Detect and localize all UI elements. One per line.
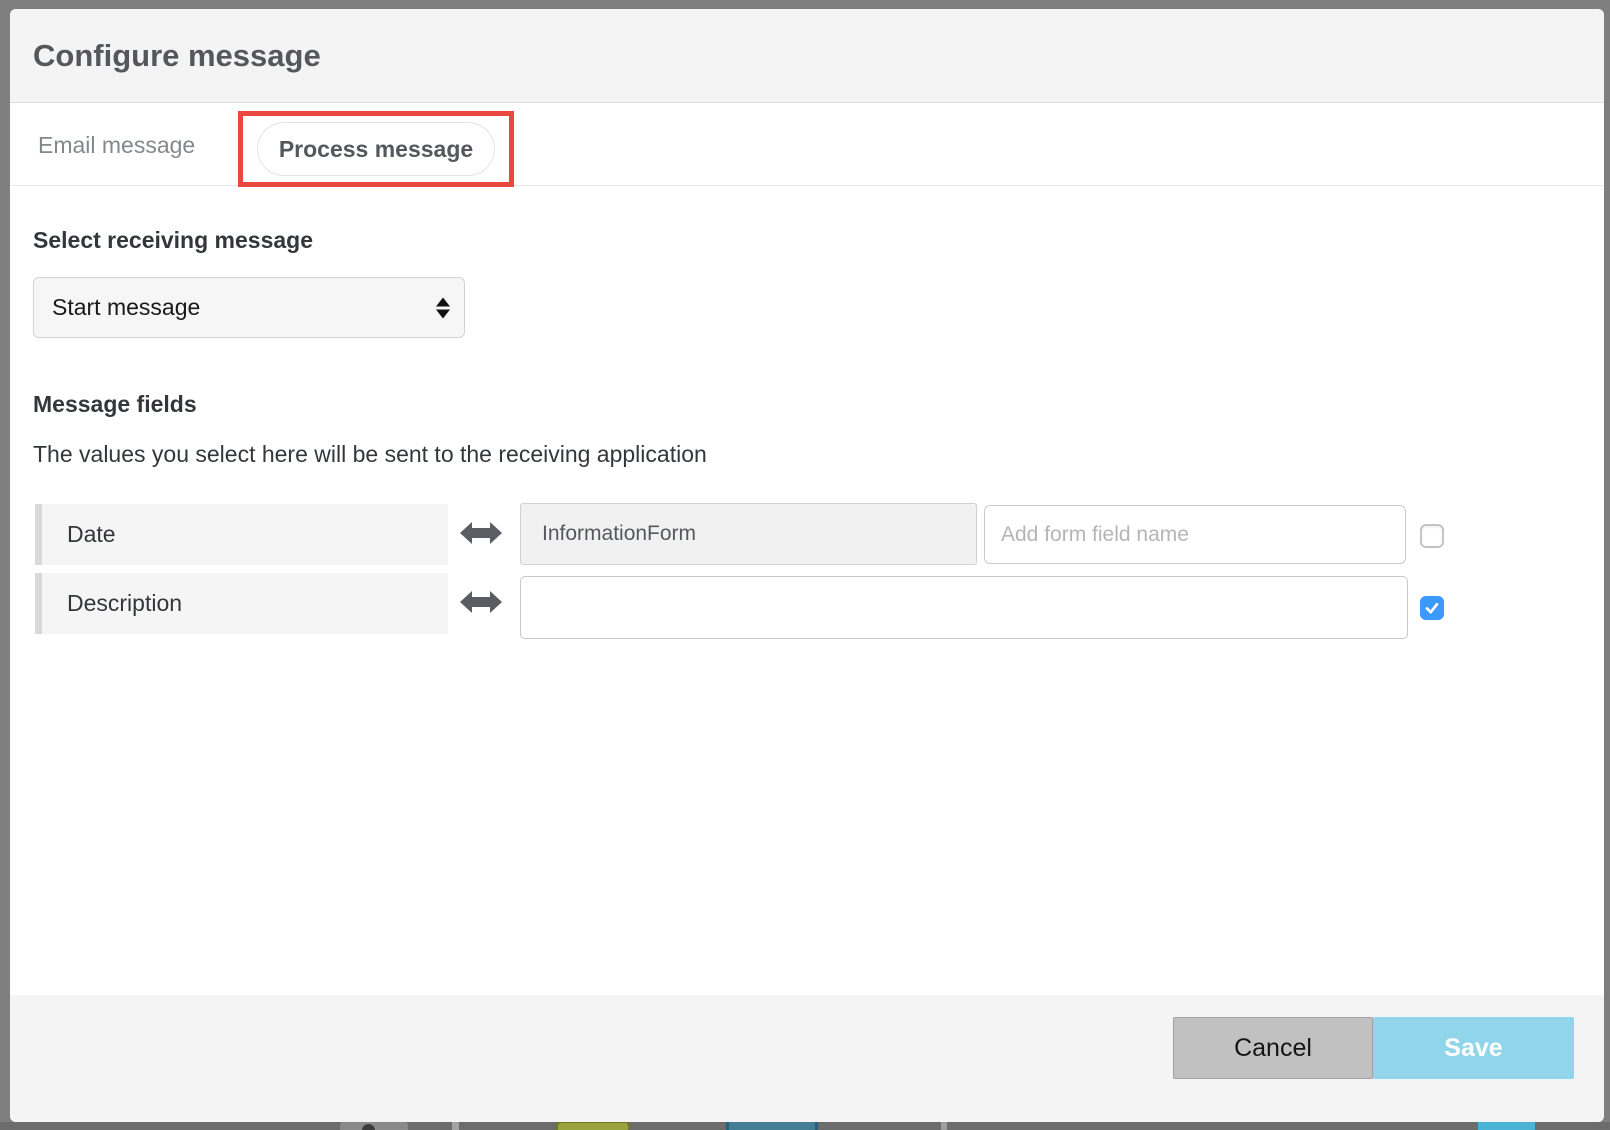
receiving-message-select[interactable]: Start message [33, 277, 465, 338]
configure-message-dialog: Configure message Email message Process … [10, 9, 1604, 1122]
receiving-message-heading: Select receiving message [33, 227, 313, 254]
drag-handle[interactable] [35, 573, 42, 634]
tab-process-message[interactable]: Process message [257, 122, 495, 176]
field-checkbox-date[interactable] [1420, 524, 1444, 548]
message-fields-heading: Message fields [33, 391, 197, 418]
dialog-title: Configure message [33, 38, 321, 74]
field-row-label-description: Description [35, 573, 448, 634]
checkmark-icon [1422, 598, 1442, 618]
tab-email-message[interactable]: Email message [38, 104, 195, 186]
background-diagram-gateway [556, 1121, 630, 1130]
save-button[interactable]: Save [1373, 1017, 1574, 1079]
receiving-message-selected-value: Start message [52, 294, 200, 321]
mapped-form-value: InformationForm [542, 522, 696, 546]
field-checkbox-description[interactable] [1420, 596, 1444, 620]
annotation-highlight-box: Process message [238, 111, 514, 187]
mapped-form-select[interactable]: InformationForm [520, 503, 977, 565]
mapping-arrow-icon [459, 587, 503, 617]
dialog-header: Configure message [10, 9, 1604, 103]
field-label: Description [67, 590, 182, 617]
form-field-name-input[interactable] [984, 505, 1406, 564]
background-diagram-line [452, 1122, 459, 1130]
background-diagram-node [1478, 1122, 1535, 1130]
cancel-button[interactable]: Cancel [1173, 1017, 1373, 1079]
background-diagram-marker [362, 1124, 375, 1130]
background-diagram-line [941, 1122, 947, 1130]
select-arrows-icon [436, 297, 450, 318]
mapping-arrow-icon [459, 518, 503, 548]
drag-handle[interactable] [35, 504, 42, 565]
background-diagram-node [726, 1121, 818, 1130]
message-fields-description: The values you select here will be sent … [33, 441, 707, 468]
tab-bar: Email message Process message [10, 104, 1604, 186]
screen: Configure message Email message Process … [0, 0, 1610, 1130]
field-label: Date [67, 521, 116, 548]
description-value-input[interactable] [520, 576, 1408, 639]
field-row-label-date: Date [35, 504, 448, 565]
dialog-footer: Cancel Save [10, 995, 1604, 1122]
